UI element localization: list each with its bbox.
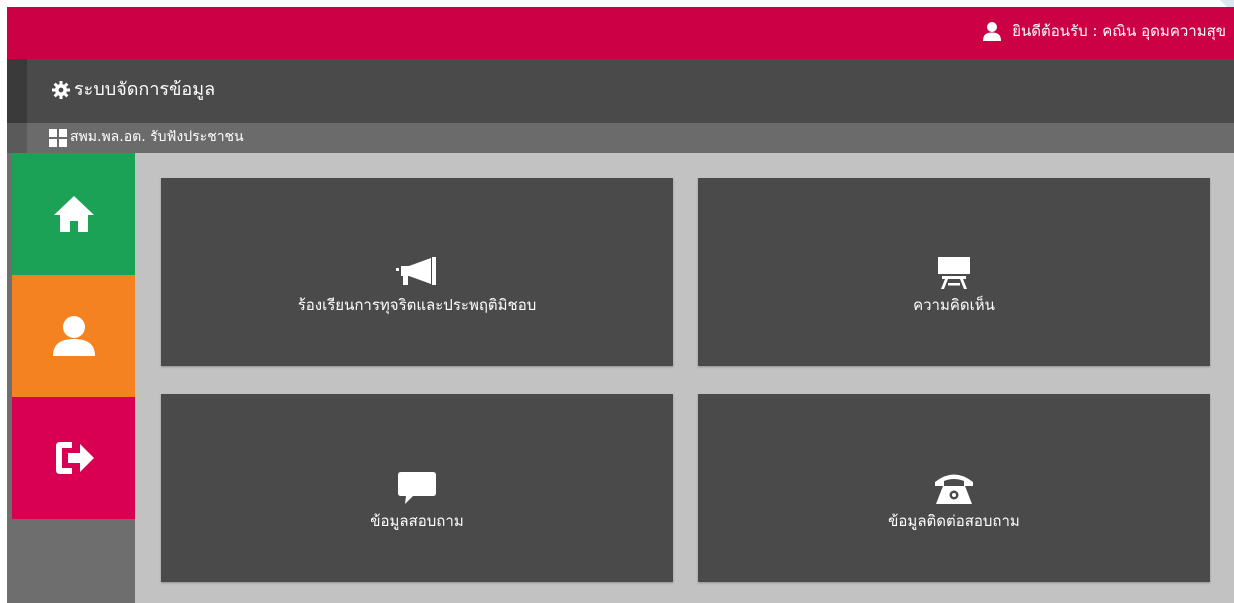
user-icon bbox=[983, 22, 1002, 41]
grid-icon bbox=[49, 128, 67, 147]
logout-icon bbox=[55, 442, 94, 474]
title-bar: ระบบจัดการข้อมูล bbox=[7, 59, 1234, 123]
megaphone-icon bbox=[395, 256, 439, 288]
tile-label: ความคิดเห็น bbox=[913, 296, 995, 314]
tile-complaint[interactable]: ร้องเรียนการทุจริตและประพฤติมิชอบ bbox=[161, 178, 673, 366]
tile-label: ข้อมูลติดต่อสอบถาม bbox=[888, 512, 1020, 530]
tile-inquiry[interactable]: ข้อมูลสอบถาม bbox=[161, 394, 673, 582]
welcome-text: ยินดีต้อนรับ : คณิน อุดมความสุข bbox=[1012, 22, 1226, 40]
sidebar-item-home[interactable] bbox=[12, 153, 135, 275]
breadcrumb-text: สพม.พล.อต. รับฟังประชาชน bbox=[70, 129, 244, 145]
breadcrumb: สพม.พล.อต. รับฟังประชาชน bbox=[49, 128, 244, 147]
top-header: ยินดีต้อนรับ : คณิน อุดมความสุข bbox=[7, 7, 1234, 59]
breadcrumb-bar: สพม.พล.อต. รับฟังประชาชน bbox=[7, 123, 1234, 153]
page-title: ระบบจัดการข้อมูล bbox=[51, 78, 215, 102]
presentation-icon bbox=[936, 256, 972, 290]
welcome-message: ยินดีต้อนรับ : คณิน อุดมความสุข bbox=[982, 21, 1226, 41]
chat-bubble-icon bbox=[397, 471, 437, 505]
breadcrumb-bar-edge bbox=[7, 123, 27, 153]
tile-label: ข้อมูลสอบถาม bbox=[370, 512, 464, 530]
tile-opinion[interactable]: ความคิดเห็น bbox=[698, 178, 1210, 366]
title-bar-edge bbox=[7, 59, 27, 123]
gear-icon bbox=[52, 81, 70, 99]
sidebar-item-profile[interactable] bbox=[12, 275, 135, 397]
tile-label: ร้องเรียนการทุจริตและประพฤติมิชอบ bbox=[297, 296, 537, 314]
user-icon bbox=[52, 316, 95, 356]
home-icon bbox=[53, 196, 94, 232]
telephone-icon bbox=[933, 471, 975, 507]
sidebar-item-logout[interactable] bbox=[12, 397, 135, 519]
tile-contact-inquiry[interactable]: ข้อมูลติดต่อสอบถาม bbox=[698, 394, 1210, 582]
page-title-text: ระบบจัดการข้อมูล bbox=[74, 79, 216, 100]
